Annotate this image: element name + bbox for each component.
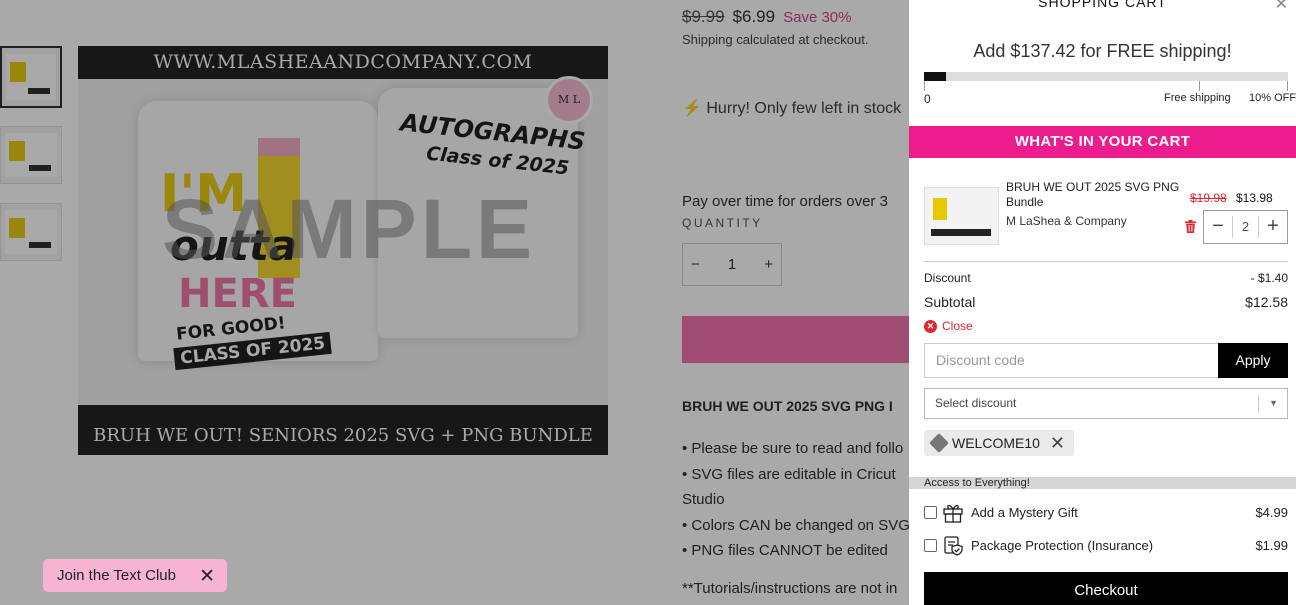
divider [924,261,1288,262]
close-icon[interactable]: ✕ [1275,0,1288,14]
progress-tick [1287,81,1288,91]
addon-checkbox[interactable] [924,505,937,519]
cart-item-price: $13.98 [1236,191,1273,205]
progress-free-label: Free shipping [1164,92,1231,104]
addon-price: $4.99 [1255,504,1288,520]
addon-label: Package Protection (Insurance) [971,537,1154,553]
close-discount-link[interactable]: ✕ Close [924,319,973,333]
cart-quantity-value[interactable]: 2 [1232,216,1259,238]
cart-item-name[interactable]: BRUH WE OUT 2025 SVG PNG Bundle [1006,180,1181,210]
cart-quantity-stepper: − 2 + [1203,210,1288,244]
cart-drawer: SHOPPING CART ✕ Add $137.42 for FREE shi… [909,0,1296,605]
select-divider [1258,395,1259,413]
cart-item-old-price: $19.98 [1190,191,1227,205]
shipping-progress-fill [924,72,946,81]
addon-label: Add a Mystery Gift [971,504,1078,520]
chevron-down-icon: ▼ [1269,398,1278,408]
subtotal-label: Subtotal [924,294,976,310]
discount-code-input[interactable]: Discount code [924,343,1219,378]
gift-icon [943,504,963,523]
close-discount-label[interactable]: Close [942,319,973,333]
remove-code-icon[interactable]: ✕ [1050,433,1065,454]
apply-button[interactable]: Apply [1218,343,1288,378]
text-club-label[interactable]: Join the Text Club [57,567,176,584]
select-discount-placeholder: Select discount [935,396,1017,410]
addon-checkbox[interactable] [924,538,937,552]
close-icon[interactable]: ✕ [199,565,215,588]
progress-off-label: 10% OFF [1249,92,1296,104]
progress-tick [924,81,925,91]
trash-icon[interactable] [1185,220,1196,233]
close-circle-icon: ✕ [924,319,937,333]
cart-section-header: WHAT'S IN YOUR CART [909,126,1296,158]
cart-decrease-button[interactable]: − [1204,211,1232,243]
checkout-button[interactable]: Checkout [924,572,1288,605]
cart-title: SHOPPING CART [1038,0,1167,10]
text-club-popup[interactable]: Join the Text Club ✕ [43,559,227,592]
progress-tick [1199,81,1200,91]
free-shipping-message: Add $137.42 for FREE shipping! [973,41,1232,61]
access-text: Access to Everything! [924,477,1030,489]
applied-discount-chip: WELCOME10 ✕ [924,430,1074,456]
applied-code: WELCOME10 [952,435,1040,451]
select-discount-dropdown[interactable]: Select discount ▼ [924,388,1288,419]
discount-value: - $1.40 [1250,271,1288,285]
discount-label: Discount [924,271,971,285]
shield-icon [944,536,963,556]
page-overlay[interactable] [0,0,909,605]
addon-price: $1.99 [1255,537,1288,553]
addon-row: Package Protection (Insurance) $1.99 [924,534,1288,556]
shipping-progress-bar [924,72,1288,81]
cart-item-image[interactable] [924,187,999,245]
progress-start-label: 0 [924,92,931,106]
addon-row: Add a Mystery Gift $4.99 [924,501,1288,523]
cart-item-vendor: M LaShea & Company [1006,214,1127,228]
tag-icon [929,433,949,453]
cart-increase-button[interactable]: + [1259,211,1287,243]
subtotal-value: $12.58 [1245,294,1288,310]
